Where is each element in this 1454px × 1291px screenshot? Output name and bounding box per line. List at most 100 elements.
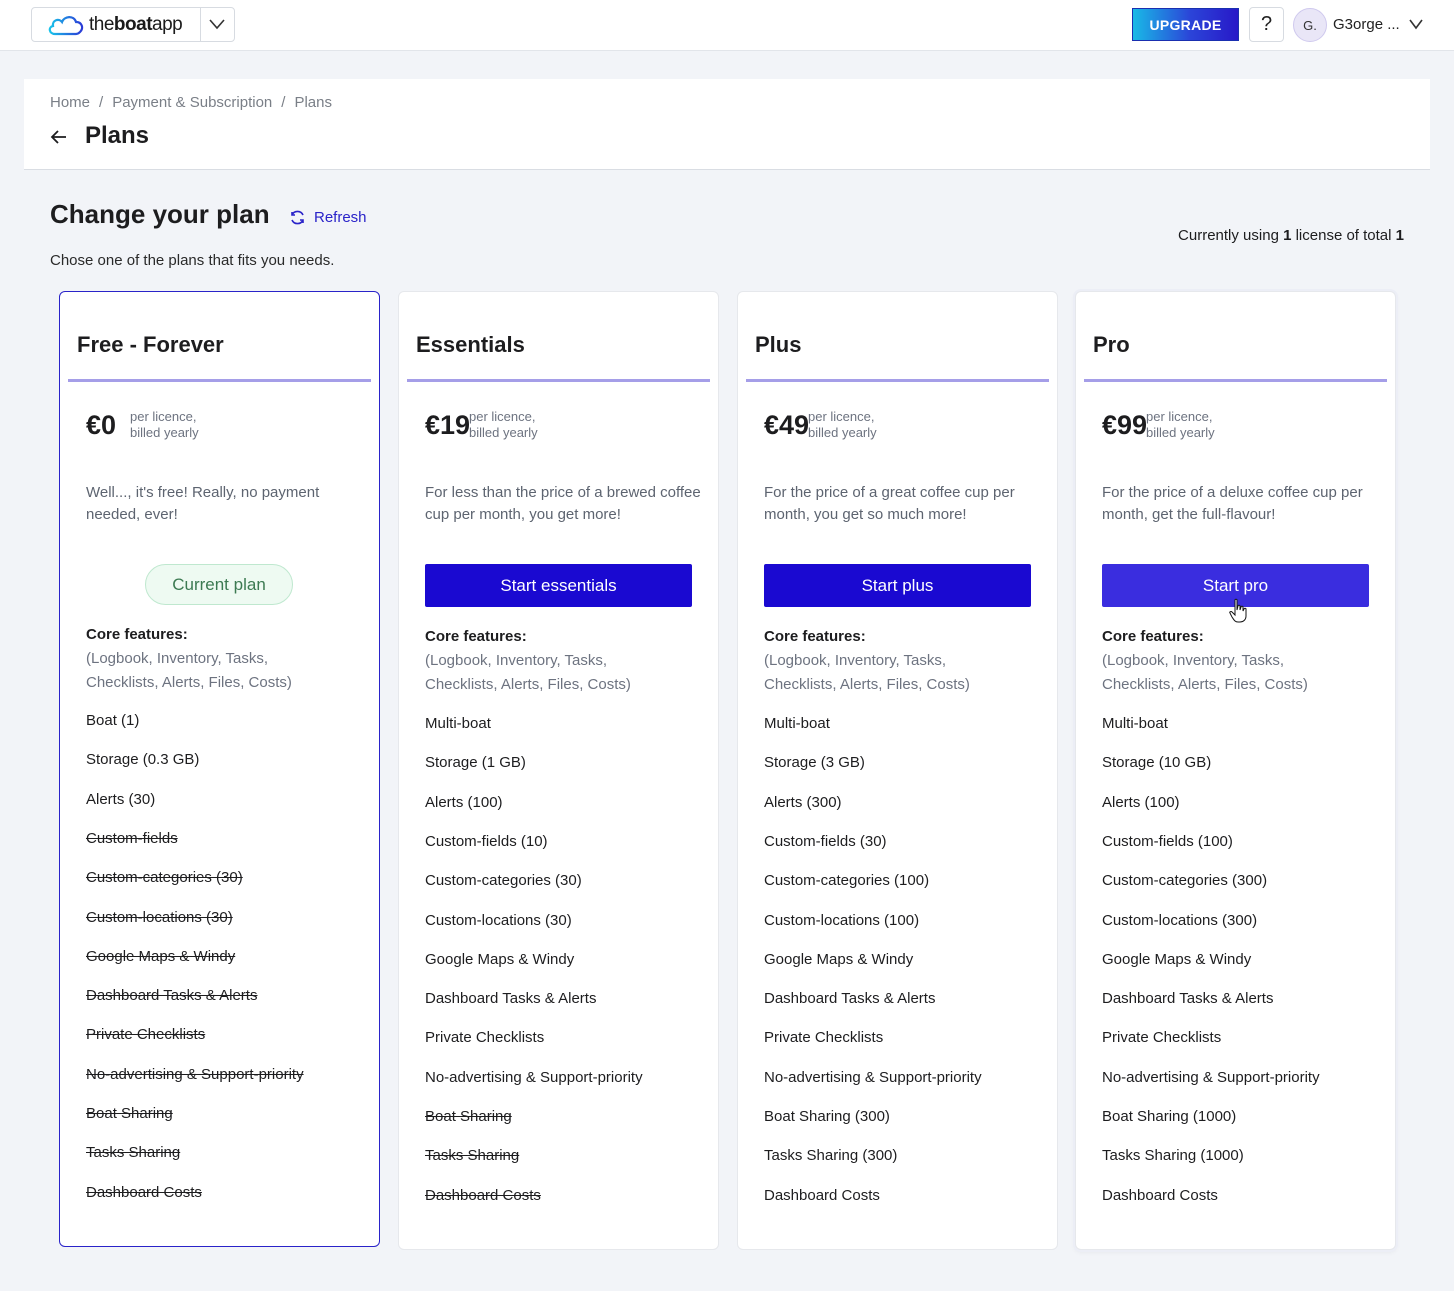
feature-item: Dashboard Costs xyxy=(86,1183,202,1201)
feature-item: Private Checklists xyxy=(1102,1029,1222,1047)
feature-item: No-advertising & Support-priority xyxy=(764,1068,982,1086)
refresh-button[interactable]: Refresh xyxy=(289,209,367,226)
feature-item: Alerts (300) xyxy=(764,793,842,811)
start-plan-button[interactable]: Start plus xyxy=(764,564,1031,607)
brand-logo-text: theboatapp xyxy=(89,14,183,35)
price-note-line: billed yearly xyxy=(130,425,199,440)
feature-item: Tasks Sharing xyxy=(425,1147,520,1165)
plan-price: €19 xyxy=(425,410,471,440)
price-note-line: per licence, xyxy=(130,409,197,424)
plan-price: €49 xyxy=(764,410,810,440)
license-usage: Currently using 1 license of total 1 xyxy=(1178,227,1404,244)
brand-divider xyxy=(200,8,201,41)
feature-item: Custom-fields xyxy=(86,829,178,847)
feature-item: Dashboard Tasks & Alerts xyxy=(425,990,597,1008)
upgrade-button[interactable]: UPGRADE xyxy=(1132,8,1239,41)
feature-item: Custom-locations (100) xyxy=(764,911,920,929)
chevron-down-icon[interactable] xyxy=(208,16,226,32)
core-features-list: (Logbook, Inventory, Tasks, Checklists, … xyxy=(86,650,292,691)
feature-item: Custom-fields (100) xyxy=(1102,832,1233,850)
user-name[interactable]: G3orge ... xyxy=(1333,16,1400,33)
help-button[interactable]: ? xyxy=(1249,7,1284,42)
feature-item: Google Maps & Windy xyxy=(425,950,575,968)
plan-name: Free - Forever xyxy=(77,332,224,357)
core-features-title: Core features: xyxy=(86,626,188,643)
plan-description: For the price of a deluxe coffee cup per… xyxy=(1102,484,1363,523)
price-note-line: billed yearly xyxy=(808,425,877,440)
price-note-line: per licence, xyxy=(469,409,536,424)
feature-item: Google Maps & Windy xyxy=(86,947,236,965)
feature-item: Boat Sharing (300) xyxy=(764,1108,890,1125)
breadcrumb-home[interactable]: Home xyxy=(50,94,90,111)
brand-switcher[interactable]: theboatapp xyxy=(31,7,235,42)
plan-name: Pro xyxy=(1093,332,1130,357)
feature-item: No-advertising & Support-priority xyxy=(425,1068,643,1086)
page-header: Home / Payment & Subscription / Plans Pl… xyxy=(24,79,1430,170)
feature-item: Alerts (30) xyxy=(86,790,156,808)
core-features: Core features: (Logbook, Inventory, Tasks… xyxy=(764,625,1004,697)
feature-item: Private Checklists xyxy=(86,1026,206,1044)
price-note: per licence, billed yearly xyxy=(469,409,538,441)
feature-item: Custom-categories (100) xyxy=(764,872,930,890)
feature-item: Alerts (100) xyxy=(1102,793,1180,811)
feature-item: Storage (0.3 GB) xyxy=(86,751,200,769)
current-plan-badge: Current plan xyxy=(145,564,293,605)
feature-item: Custom-locations (30) xyxy=(425,911,572,929)
breadcrumb-payment[interactable]: Payment & Subscription xyxy=(112,94,272,111)
feature-item: Google Maps & Windy xyxy=(1102,950,1252,968)
feature-item: Tasks Sharing (1000) xyxy=(1102,1147,1244,1165)
section-subtitle: Chose one of the plans that fits you nee… xyxy=(50,252,335,269)
plan-description: For less than the price of a brewed coff… xyxy=(425,484,701,523)
start-plan-button[interactable]: Start essentials xyxy=(425,564,692,607)
feature-item: Dashboard Tasks & Alerts xyxy=(764,990,936,1008)
back-arrow-icon[interactable] xyxy=(50,128,68,146)
plan-name: Essentials xyxy=(416,332,525,357)
page-title: Plans xyxy=(85,122,150,149)
core-features-list: (Logbook, Inventory, Tasks, Checklists, … xyxy=(425,652,631,693)
feature-item: Dashboard Tasks & Alerts xyxy=(86,987,258,1005)
feature-item: Custom-categories (30) xyxy=(86,869,243,887)
core-features-list: (Logbook, Inventory, Tasks, Checklists, … xyxy=(1102,652,1308,693)
feature-item: Boat Sharing xyxy=(86,1105,173,1122)
price-note-line: per licence, xyxy=(1146,409,1213,424)
feature-item: Custom-categories (30) xyxy=(425,872,582,890)
feature-item: Google Maps & Windy xyxy=(764,950,914,968)
top-bar: theboatapp UPGRADE ? G. G3orge ... xyxy=(0,0,1454,51)
feature-item: Storage (10 GB) xyxy=(1102,754,1212,772)
section-title: Change your plan xyxy=(50,199,270,229)
price-note: per licence, billed yearly xyxy=(130,409,199,441)
avatar[interactable]: G. xyxy=(1293,8,1327,42)
feature-item: Multi-boat xyxy=(1102,715,1168,732)
plan-card-plus: Plus €49 per licence, billed yearly For the … xyxy=(737,291,1058,1250)
plan-card-pro: Pro €99 per licence, billed yearly For the p… xyxy=(1075,291,1396,1250)
breadcrumb: Home / Payment & Subscription / Plans xyxy=(50,94,332,111)
feature-item: Boat (1) xyxy=(86,712,140,729)
core-features: Core features: (Logbook, Inventory, Tasks… xyxy=(425,625,665,697)
feature-item: Custom-locations (30) xyxy=(86,908,233,926)
feature-item: Dashboard Tasks & Alerts xyxy=(1102,990,1274,1008)
feature-item: No-advertising & Support-priority xyxy=(1102,1068,1320,1086)
feature-item: Multi-boat xyxy=(764,715,830,732)
feature-item: Custom-locations (300) xyxy=(1102,911,1258,929)
core-features-list: (Logbook, Inventory, Tasks, Checklists, … xyxy=(764,652,970,693)
core-features: Core features: (Logbook, Inventory, Tasks… xyxy=(1102,625,1342,697)
feature-item: Custom-fields (30) xyxy=(764,832,887,850)
feature-item: Alerts (100) xyxy=(425,793,503,811)
price-note-line: billed yearly xyxy=(469,425,538,440)
plan-description: For the price of a great coffee cup per … xyxy=(764,484,1015,523)
refresh-label: Refresh xyxy=(314,209,367,226)
feature-item: Boat Sharing (1000) xyxy=(1102,1108,1237,1125)
user-menu-chevron-icon[interactable] xyxy=(1408,17,1424,31)
plan-description: Well..., it's free! Really, no payment n… xyxy=(86,484,320,523)
feature-item: Dashboard Costs xyxy=(764,1186,880,1204)
plan-card-free-forever: Free - Forever €0 per licence, billed yearl… xyxy=(59,291,380,1247)
plan-divider xyxy=(1084,379,1387,382)
price-note: per licence, billed yearly xyxy=(1146,409,1215,441)
core-features-title: Core features: xyxy=(764,628,866,645)
plan-divider xyxy=(68,379,371,382)
core-features-title: Core features: xyxy=(425,628,527,645)
plan-name: Plus xyxy=(755,332,802,357)
refresh-icon xyxy=(291,210,304,225)
plan-price: €0 xyxy=(86,410,117,440)
feature-item: Private Checklists xyxy=(764,1029,884,1047)
